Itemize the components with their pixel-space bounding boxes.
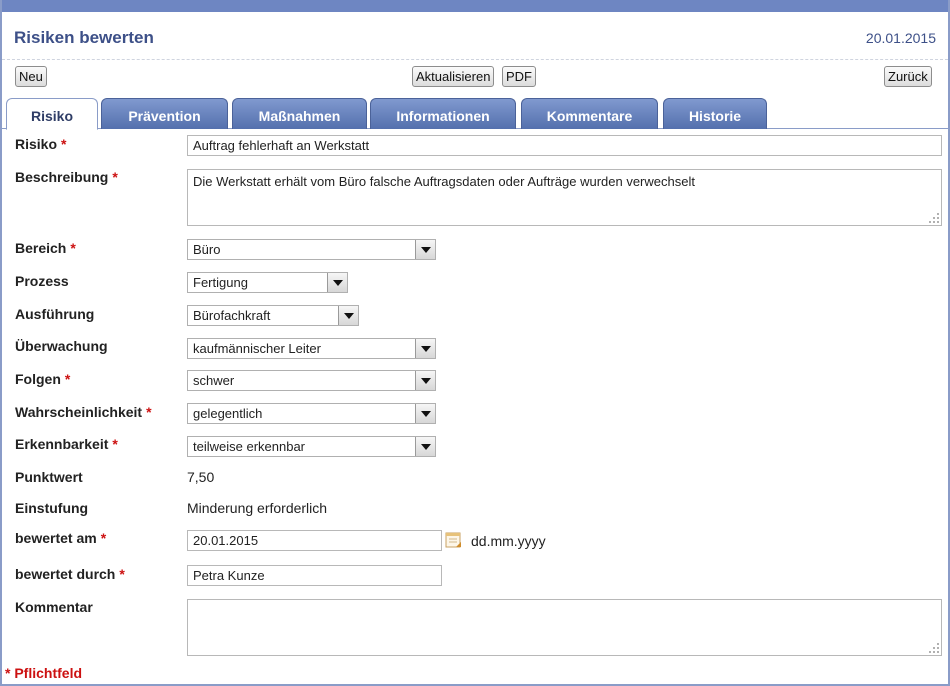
bereich-select[interactable]: Büro — [187, 239, 436, 260]
ausfuehrung-value: Bürofachkraft — [193, 308, 271, 323]
bereich-value: Büro — [193, 242, 221, 257]
calendar-icon[interactable] — [445, 531, 463, 549]
chevron-down-icon[interactable] — [415, 339, 435, 358]
chevron-down-icon[interactable] — [415, 371, 435, 390]
refresh-button[interactable]: Aktualisieren — [412, 66, 495, 87]
bewertet-durch-label: bewertet durch * — [15, 566, 125, 582]
tab-massnahmen[interactable]: Maßnahmen — [232, 98, 367, 129]
folgen-label: Folgen * — [15, 371, 71, 387]
ausfuehrung-select[interactable]: Bürofachkraft — [187, 305, 359, 326]
folgen-value: schwer — [193, 373, 235, 388]
wahrscheinlichkeit-label: Wahrscheinlichkeit * — [15, 404, 152, 420]
chevron-down-icon[interactable] — [415, 240, 435, 259]
risk-assessment-page: Risiken bewerten 20.01.2015 Neu Aktualis… — [0, 0, 950, 686]
page-header: Risiken bewerten 20.01.2015 — [2, 12, 948, 60]
chevron-down-icon[interactable] — [415, 437, 435, 456]
bewertet-durch-input[interactable]: Petra Kunze — [187, 565, 442, 586]
ueberwachung-value: kaufmännischer Leiter — [193, 341, 321, 356]
bewertet-am-label: bewertet am * — [15, 530, 107, 546]
tab-bar: Risiko Prävention Maßnahmen Informatione… — [2, 97, 948, 130]
erkennbarkeit-value: teilweise erkennbar — [193, 439, 306, 454]
kommentar-textarea[interactable] — [187, 599, 942, 656]
chevron-down-icon[interactable] — [415, 404, 435, 423]
back-button[interactable]: Zurück — [884, 66, 932, 87]
top-accent-bar — [2, 0, 948, 12]
beschreibung-label: Beschreibung * — [15, 169, 118, 185]
erkennbarkeit-select[interactable]: teilweise erkennbar — [187, 436, 436, 457]
kommentar-label: Kommentar — [15, 599, 93, 615]
tab-risiko[interactable]: Risiko — [6, 98, 98, 130]
risiko-label: Risiko * — [15, 136, 67, 152]
wahrscheinlichkeit-select[interactable]: gelegentlich — [187, 403, 436, 424]
punktwert-label: Punktwert — [15, 469, 83, 485]
required-field-note: * Pflichtfeld — [5, 665, 83, 681]
punktwert-value: 7,50 — [187, 469, 215, 485]
risiko-input[interactable]: Auftrag fehlerhaft an Werkstatt — [187, 135, 942, 156]
resize-grip-icon[interactable] — [929, 643, 939, 653]
tab-historie[interactable]: Historie — [663, 98, 767, 129]
chevron-down-icon[interactable] — [327, 273, 347, 292]
page-title: Risiken bewerten — [14, 28, 154, 47]
folgen-select[interactable]: schwer — [187, 370, 436, 391]
beschreibung-textarea[interactable]: Die Werkstatt erhält vom Büro falsche Au… — [187, 169, 942, 226]
pdf-button[interactable]: PDF — [502, 66, 536, 87]
prozess-label: Prozess — [15, 273, 69, 289]
einstufung-value: Minderung erforderlich — [187, 500, 328, 516]
ueberwachung-label: Überwachung — [15, 338, 108, 354]
new-button[interactable]: Neu — [15, 66, 47, 87]
prozess-value: Fertigung — [193, 275, 248, 290]
page-date: 20.01.2015 — [865, 30, 936, 46]
ueberwachung-select[interactable]: kaufmännischer Leiter — [187, 338, 436, 359]
tab-kommentare[interactable]: Kommentare — [521, 98, 658, 129]
date-format-hint: dd.mm.yyyy — [471, 533, 546, 549]
tab-praevention[interactable]: Prävention — [101, 98, 228, 129]
ausfuehrung-label: Ausführung — [15, 306, 95, 322]
tab-informationen[interactable]: Informationen — [370, 98, 516, 129]
prozess-select[interactable]: Fertigung — [187, 272, 348, 293]
resize-grip-icon[interactable] — [929, 213, 939, 223]
erkennbarkeit-label: Erkennbarkeit * — [15, 436, 118, 452]
einstufung-label: Einstufung — [15, 500, 89, 516]
bereich-label: Bereich * — [15, 240, 76, 256]
bewertet-am-input[interactable]: 20.01.2015 — [187, 530, 442, 551]
wahrscheinlichkeit-value: gelegentlich — [193, 406, 263, 421]
beschreibung-text: Die Werkstatt erhält vom Büro falsche Au… — [193, 174, 695, 189]
chevron-down-icon[interactable] — [338, 306, 358, 325]
